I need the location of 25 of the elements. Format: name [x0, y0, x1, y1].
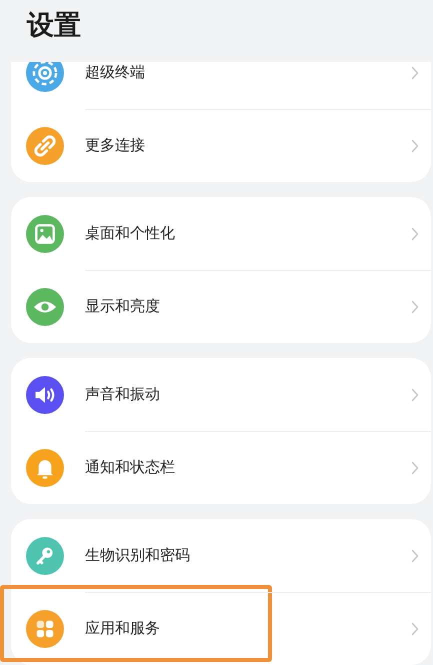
item-label: 超级终端	[85, 63, 146, 82]
item-label: 通知和状态栏	[85, 458, 176, 477]
page-title: 设置	[27, 9, 81, 43]
item-label: 声音和振动	[85, 385, 161, 404]
chevron-right-icon	[411, 622, 419, 636]
chevron-right-icon	[411, 300, 419, 314]
settings-item[interactable]: 声音和振动	[11, 358, 431, 431]
settings-item[interactable]: 通知和状态栏	[11, 431, 431, 504]
item-label: 桌面和个性化	[85, 224, 176, 243]
chevron-right-icon	[411, 138, 419, 152]
item-label: 应用和服务	[85, 619, 161, 638]
item-label: 显示和亮度	[85, 297, 161, 316]
settings-item[interactable]: 显示和亮度	[11, 270, 431, 343]
item-label: 更多连接	[85, 136, 146, 155]
settings-item[interactable]: 应用和服务	[11, 592, 431, 665]
chevron-right-icon	[411, 66, 419, 80]
chevron-right-icon	[411, 460, 419, 474]
settings-item[interactable]: 更多连接	[11, 109, 431, 182]
item-label: 生物识别和密码	[85, 546, 191, 565]
settings-item[interactable]: 生物识别和密码	[11, 519, 431, 592]
chevron-right-icon	[411, 226, 419, 240]
chevron-right-icon	[411, 388, 419, 402]
settings-item[interactable]: 桌面和个性化	[11, 197, 431, 270]
settings-item[interactable]: 超级终端	[11, 62, 431, 109]
chevron-right-icon	[411, 548, 419, 562]
